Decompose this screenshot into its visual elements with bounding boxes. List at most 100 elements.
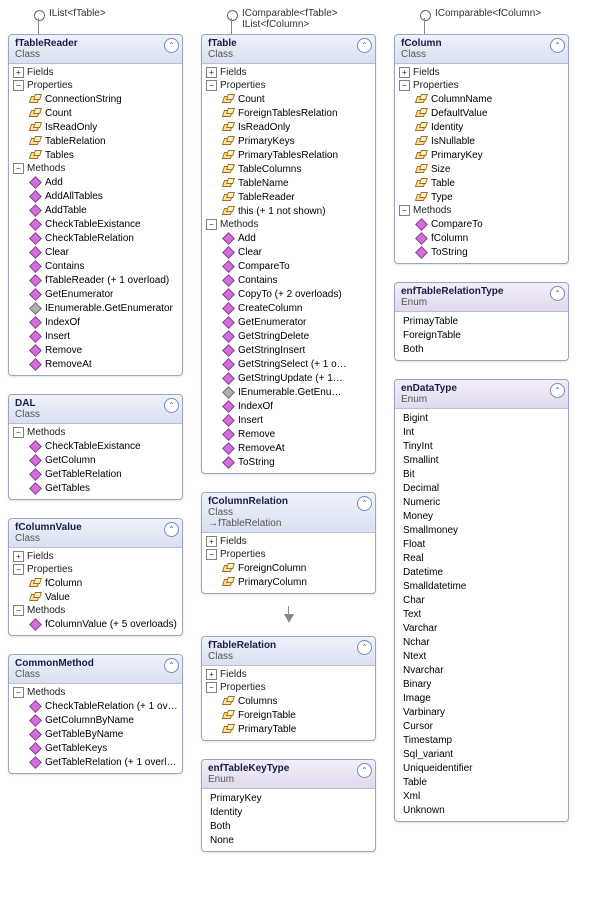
member-row[interactable]: Type (395, 190, 568, 204)
member-row[interactable]: PrimaryKey (202, 791, 375, 805)
member-row[interactable]: PrimaryColumn (202, 575, 375, 589)
member-row[interactable]: Uniqueidentifier (395, 761, 568, 775)
member-row[interactable]: GetTables (9, 481, 182, 495)
member-row[interactable]: TableName (202, 176, 375, 190)
member-row[interactable]: fColumn (395, 231, 568, 245)
collapse-icon[interactable]: ⌃ (357, 640, 372, 655)
member-row[interactable]: ToString (202, 455, 375, 469)
class-fTableRelation[interactable]: fTableRelationClass⌃ +Fields −Properties… (201, 636, 376, 741)
member-row[interactable]: ForeignTablesRelation (202, 106, 375, 120)
collapse-icon[interactable]: ⌃ (357, 763, 372, 778)
member-row[interactable]: Text (395, 607, 568, 621)
member-row[interactable]: Float (395, 537, 568, 551)
member-row[interactable]: AddTable (9, 203, 182, 217)
class-header[interactable]: fTableReader Class ⌃ (9, 35, 182, 64)
member-row[interactable]: Money (395, 509, 568, 523)
member-row[interactable]: CheckTableRelation (9, 231, 182, 245)
member-row[interactable]: Columns (202, 694, 375, 708)
class-fColumnValue[interactable]: fColumnValueClass⌃ +Fields −Properties f… (8, 518, 183, 636)
member-row[interactable]: TinyInt (395, 439, 568, 453)
collapse-icon[interactable]: ⌃ (164, 658, 179, 673)
section-properties[interactable]: −Properties (9, 79, 182, 92)
member-row[interactable]: GetStringUpdate (+ 1… (202, 371, 375, 385)
collapse-icon[interactable]: ⌃ (357, 496, 372, 511)
member-row[interactable]: Insert (202, 413, 375, 427)
member-row[interactable]: Remove (202, 427, 375, 441)
collapse-icon[interactable]: ⌃ (357, 38, 372, 53)
member-row[interactable]: PrimaryTablesRelation (202, 148, 375, 162)
collapse-box-icon[interactable]: − (13, 80, 24, 91)
member-row[interactable]: ForeignColumn (202, 561, 375, 575)
expand-icon[interactable]: + (13, 67, 24, 78)
member-row[interactable]: Real (395, 551, 568, 565)
collapse-icon[interactable]: ⌃ (550, 38, 565, 53)
member-row[interactable]: Clear (9, 245, 182, 259)
member-row[interactable]: Ntext (395, 649, 568, 663)
member-row[interactable]: Tables (9, 148, 182, 162)
member-row[interactable]: Value (9, 590, 182, 604)
member-row[interactable]: GetStringInsert (202, 343, 375, 357)
member-row[interactable]: TableRelation (9, 134, 182, 148)
member-row[interactable]: GetTableRelation (9, 467, 182, 481)
member-row[interactable]: Decimal (395, 481, 568, 495)
member-row[interactable]: PrimaryKey (395, 148, 568, 162)
member-row[interactable]: Insert (9, 329, 182, 343)
member-row[interactable]: TableReader (202, 190, 375, 204)
collapse-icon[interactable]: ⌃ (550, 383, 565, 398)
member-row[interactable]: Char (395, 593, 568, 607)
member-row[interactable]: Binary (395, 677, 568, 691)
member-row[interactable]: GetStringDelete (202, 329, 375, 343)
member-row[interactable]: IsNullable (395, 134, 568, 148)
member-row[interactable]: PrimayTable (395, 314, 568, 328)
collapse-icon[interactable]: ⌃ (164, 522, 179, 537)
member-row[interactable]: Add (9, 175, 182, 189)
member-row[interactable]: TableColumns (202, 162, 375, 176)
member-row[interactable]: fColumn (9, 576, 182, 590)
member-row[interactable]: CompareTo (395, 217, 568, 231)
collapse-box-icon[interactable]: − (13, 163, 24, 174)
member-row[interactable]: IsReadOnly (202, 120, 375, 134)
member-row[interactable]: Size (395, 162, 568, 176)
class-fTableReader[interactable]: fTableReader Class ⌃ +Fields −Properties… (8, 34, 183, 376)
member-row[interactable]: Datetime (395, 565, 568, 579)
member-row[interactable]: Identity (395, 120, 568, 134)
member-row[interactable]: GetStringSelect (+ 1 o… (202, 357, 375, 371)
member-row[interactable]: ForeignTable (395, 328, 568, 342)
member-row[interactable]: ColumnName (395, 92, 568, 106)
member-row[interactable]: fColumnValue (+ 5 overloads) (9, 617, 182, 631)
member-row[interactable]: this (+ 1 not shown) (202, 204, 375, 218)
member-row[interactable]: GetColumnByName (9, 713, 182, 727)
member-row[interactable]: PrimaryTable (202, 722, 375, 736)
member-row[interactable]: RemoveAt (9, 357, 182, 371)
member-row[interactable]: IEnumerable.GetEnu… (202, 385, 375, 399)
member-row[interactable]: Table (395, 775, 568, 789)
member-row[interactable]: Smallmoney (395, 523, 568, 537)
member-row[interactable]: IsReadOnly (9, 120, 182, 134)
member-row[interactable]: AddAllTables (9, 189, 182, 203)
member-row[interactable]: Count (9, 106, 182, 120)
member-row[interactable]: CopyTo (+ 2 overloads) (202, 287, 375, 301)
collapse-icon[interactable]: ⌃ (164, 38, 179, 53)
enum-enfTableKeyType[interactable]: enfTableKeyTypeEnum⌃ PrimaryKeyIdentityB… (201, 759, 376, 852)
enum-enDataType[interactable]: enDataTypeEnum⌃ BigintIntTinyIntSmallint… (394, 379, 569, 822)
member-row[interactable]: Sql_variant (395, 747, 568, 761)
member-row[interactable]: GetTableRelation (+ 1 overload) (9, 755, 182, 769)
member-row[interactable]: GetTableByName (9, 727, 182, 741)
member-row[interactable]: Int (395, 425, 568, 439)
section-methods[interactable]: −Methods (9, 162, 182, 175)
member-row[interactable]: Cursor (395, 719, 568, 733)
member-row[interactable]: GetColumn (9, 453, 182, 467)
member-row[interactable]: CheckTableExistance (9, 439, 182, 453)
class-fColumnRelation[interactable]: fColumnRelationClass→fTableRelation⌃ +Fi… (201, 492, 376, 594)
member-row[interactable]: Numeric (395, 495, 568, 509)
member-row[interactable]: Add (202, 231, 375, 245)
class-DAL[interactable]: DALClass⌃ −Methods CheckTableExistanceGe… (8, 394, 183, 500)
member-row[interactable]: Table (395, 176, 568, 190)
member-row[interactable]: fTableReader (+ 1 overload) (9, 273, 182, 287)
member-row[interactable]: Contains (9, 259, 182, 273)
member-row[interactable]: Xml (395, 789, 568, 803)
member-row[interactable]: Nchar (395, 635, 568, 649)
member-row[interactable]: GetTableKeys (9, 741, 182, 755)
member-row[interactable]: Varchar (395, 621, 568, 635)
member-row[interactable]: Image (395, 691, 568, 705)
